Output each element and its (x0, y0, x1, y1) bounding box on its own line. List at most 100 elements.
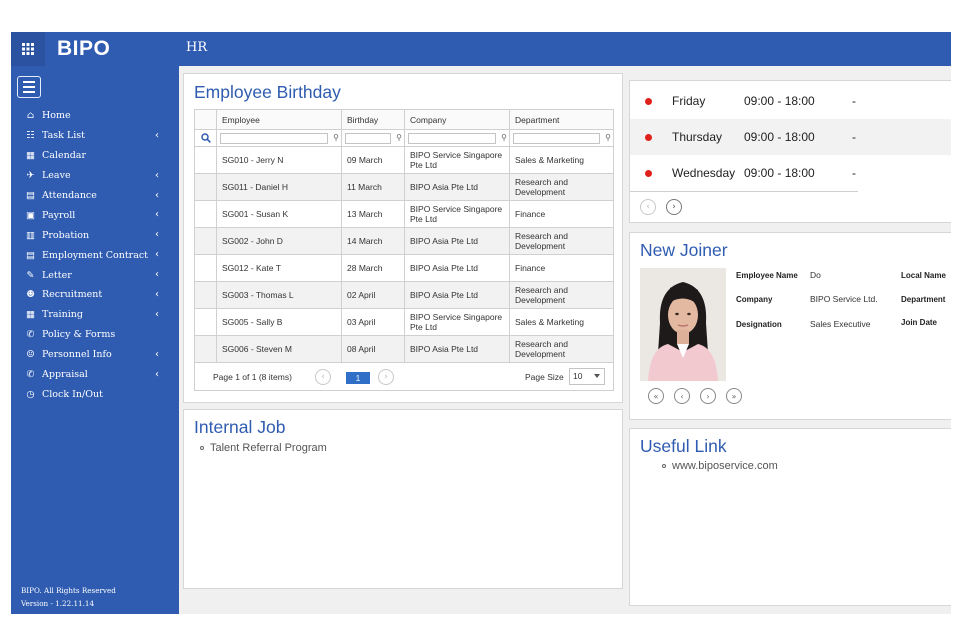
employee-name-label: Employee Name (736, 271, 798, 280)
sidebar-item-label: Letter (42, 269, 72, 281)
sidebar-item-payroll[interactable]: ▣ Payroll ‹ (11, 205, 179, 225)
schedule-note: - (852, 130, 856, 144)
sidebar-item-employment-contract[interactable]: ▤ Employment Contract ‹ (11, 245, 179, 265)
filter-input-company[interactable] (408, 133, 496, 144)
sidebar-footer: BIPO. All Rights Reserved Version - 1.22… (21, 584, 116, 610)
table-row[interactable]: SG002 - John D 14 March BIPO Asia Pte Ltd R… (194, 227, 614, 255)
status-dot (645, 170, 652, 177)
cell-department: Research and Development (509, 227, 614, 255)
join-date-label: Join Date (901, 318, 938, 327)
list-item[interactable]: Talent Referral Program (200, 442, 327, 454)
page-size-select[interactable]: 10 (569, 368, 605, 385)
designation-value: Sales Executive (810, 319, 871, 329)
schedule-time: 09:00 - 18:00 (744, 130, 815, 144)
chevron-left-icon: ‹ (155, 249, 159, 261)
cell-employee: SG005 - Sally B (216, 308, 342, 336)
job-link[interactable]: Talent Referral Program (210, 442, 327, 454)
sidebar-item-calendar[interactable]: ▦ Calendar (11, 146, 179, 166)
table-row[interactable]: SG005 - Sally B 03 April BIPO Service Sing… (194, 308, 614, 336)
table-row[interactable]: SG012 - Kate T 28 March BIPO Asia Pte Ltd F… (194, 254, 614, 282)
calendar-icon: ▦ (26, 150, 35, 162)
app-window: BIPO HR ⌂ Home ☷ Task List ‹ ▦ Calendar ✈ Leave ‹… (11, 32, 951, 614)
sidebar-item-label: Training (42, 309, 83, 321)
first-joiner-button[interactable]: « (648, 388, 664, 404)
table-row[interactable]: SG010 - Jerry N 09 March BIPO Service Sing… (194, 146, 614, 174)
plane-icon: ✈ (26, 170, 35, 182)
sidebar-item-label: Leave (42, 170, 71, 182)
status-dot (645, 134, 652, 141)
sidebar-item-leave[interactable]: ✈ Leave ‹ (11, 166, 179, 186)
sidebar-item-label: Policy & Forms (42, 329, 116, 341)
row-gutter (194, 254, 217, 282)
useful-link[interactable]: www.biposervice.com (672, 460, 778, 472)
next-joiner-button[interactable]: › (700, 388, 716, 404)
cell-birthday: 08 April (341, 335, 405, 363)
cell-department: Finance (509, 254, 614, 282)
search-icon[interactable] (200, 133, 211, 143)
sidebar-item-clock-in-out[interactable]: ◷ Clock In/Out (11, 384, 179, 404)
birthday-table: Employee Birthday Company Department ⚲ ⚲… (194, 109, 614, 363)
row-gutter (194, 227, 217, 255)
sidebar-item-label: Personnel Info (42, 349, 112, 361)
sidebar-item-appraisal[interactable]: ✆ Appraisal ‹ (11, 365, 179, 385)
department-label: Department (901, 295, 946, 304)
useful-link-list: www.biposervice.com (662, 460, 778, 472)
letter-icon: ✎ (26, 269, 35, 281)
row-gutter (194, 146, 217, 174)
sidebar-item-letter[interactable]: ✎ Letter ‹ (11, 265, 179, 285)
work-schedule-panel: Friday 09:00 - 18:00 - Thursday 09:00 - … (629, 80, 951, 223)
sidebar-item-attendance[interactable]: ▤ Attendance ‹ (11, 186, 179, 206)
app-grid-button[interactable] (11, 32, 45, 66)
filter-icon[interactable]: ⚲ (333, 133, 339, 142)
filter-input-birthday[interactable] (345, 133, 391, 144)
column-header-department[interactable]: Department (509, 109, 614, 130)
cell-department: Finance (509, 200, 614, 228)
cell-employee: SG001 - Susan K (216, 200, 342, 228)
copyright-text: BIPO. All Rights Reserved (21, 586, 116, 595)
table-row[interactable]: SG003 - Thomas L 02 April BIPO Asia Pte Lt… (194, 281, 614, 309)
employee-birthday-panel: Employee Birthday Employee Birthday Comp… (183, 73, 623, 403)
table-row[interactable]: SG006 - Steven M 08 April BIPO Asia Pte Lt… (194, 335, 614, 363)
policy-icon: ✆ (26, 329, 35, 341)
filter-input-employee[interactable] (220, 133, 328, 144)
pager: Page 1 of 1 (8 items) ‹ 1 › Page Size 10 (194, 363, 614, 391)
row-gutter (194, 281, 217, 309)
cell-employee: SG003 - Thomas L (216, 281, 342, 309)
filter-input-department[interactable] (513, 133, 600, 144)
next-page-button[interactable]: › (378, 369, 394, 385)
filter-icon[interactable]: ⚲ (501, 133, 507, 142)
module-title: HR (186, 40, 208, 55)
bullet-icon (200, 446, 204, 450)
column-header-employee[interactable]: Employee (216, 109, 342, 130)
table-row[interactable]: SG001 - Susan K 13 March BIPO Service Sing… (194, 200, 614, 228)
filter-icon[interactable]: ⚲ (396, 133, 402, 142)
hamburger-menu-button[interactable] (17, 76, 41, 98)
schedule-day: Thursday (672, 130, 723, 144)
page-number-1[interactable]: 1 (346, 372, 370, 384)
list-item[interactable]: www.biposervice.com (662, 460, 778, 472)
schedule-prev-button[interactable]: ‹ (640, 199, 656, 215)
sidebar-item-home[interactable]: ⌂ Home (11, 106, 179, 126)
prev-joiner-button[interactable]: ‹ (674, 388, 690, 404)
sidebar-item-recruitment[interactable]: ☻ Recruitment ‹ (11, 285, 179, 305)
sidebar-item-probation[interactable]: ▥ Probation ‹ (11, 225, 179, 245)
filter-employee: ⚲ (216, 129, 342, 147)
sidebar-item-personnel-info[interactable]: ☺ Personnel Info ‹ (11, 345, 179, 365)
cell-department: Research and Development (509, 281, 614, 309)
filter-icon[interactable]: ⚲ (605, 133, 611, 142)
filter-department: ⚲ (509, 129, 614, 147)
sidebar-item-training[interactable]: ▦ Training ‹ (11, 305, 179, 325)
column-header-birthday[interactable]: Birthday (341, 109, 405, 130)
schedule-next-button[interactable]: › (666, 199, 682, 215)
chevron-left-icon: ‹ (321, 372, 325, 382)
brand-logo[interactable]: BIPO (57, 37, 110, 61)
sidebar-item-policy-forms[interactable]: ✆ Policy & Forms (11, 325, 179, 345)
last-joiner-button[interactable]: » (726, 388, 742, 404)
sidebar-menu: ⌂ Home ☷ Task List ‹ ▦ Calendar ✈ Leave ‹ ▤ Attenda… (11, 106, 179, 404)
cell-company: BIPO Asia Pte Ltd (404, 173, 510, 201)
sidebar-item-task-list[interactable]: ☷ Task List ‹ (11, 126, 179, 146)
sidebar-item-label: Probation (42, 229, 90, 241)
prev-page-button[interactable]: ‹ (315, 369, 331, 385)
column-header-company[interactable]: Company (404, 109, 510, 130)
table-row[interactable]: SG011 - Daniel H 11 March BIPO Asia Pte Lt… (194, 173, 614, 201)
